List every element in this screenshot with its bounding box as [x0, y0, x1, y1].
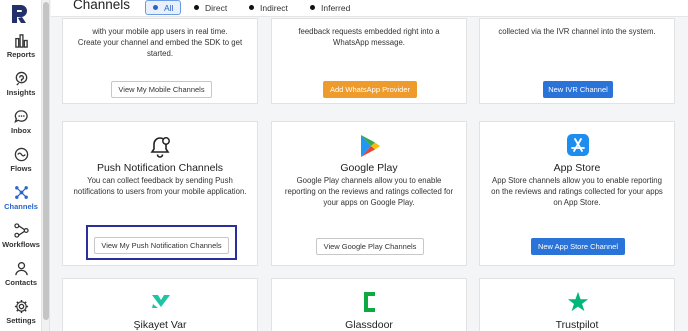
filter-label: Indirect [260, 2, 288, 13]
filter-direct[interactable]: Direct [194, 0, 227, 15]
chat-bubble-icon [13, 110, 28, 123]
gear-icon [14, 299, 28, 314]
card-title: App Store [553, 162, 601, 174]
card-desc: Create your channel and embed the SDK to… [77, 38, 243, 58]
card-title: Glassdoor [345, 319, 393, 331]
filter-label: All [164, 2, 174, 13]
sidebar-item-reports[interactable]: Reports [0, 33, 42, 59]
channels-icon [14, 186, 28, 199]
sidebar: Reports Insights Inbox Flows Channels Wo… [0, 0, 42, 331]
workflows-icon [13, 223, 29, 238]
filter-label: Inferred [321, 2, 351, 13]
card-title: Trustpilot [555, 319, 599, 331]
app-logo[interactable] [8, 2, 32, 26]
radio-dot-icon [153, 5, 158, 10]
card-title: Google Play [340, 162, 398, 174]
sidebar-item-label: Reports [6, 50, 36, 59]
card-ivr: collected via the IVR channel into the s… [479, 18, 675, 104]
sidebar-item-label: Insights [6, 88, 36, 97]
card-desc-partial: with your mobile app users in real time. [92, 27, 228, 36]
filter-indirect[interactable]: Indirect [249, 0, 288, 15]
card-google-play: Google Play Google Play channels allow y… [271, 121, 467, 266]
channels-header: Channels All Direct Indirect Inferred [51, 0, 688, 17]
card-title: Push Notification Channels [96, 162, 224, 174]
radio-dot-icon [310, 5, 315, 10]
card-desc: collected via the IVR channel into the s… [498, 27, 656, 36]
trustpilot-star-icon [567, 291, 589, 312]
sidebar-item-settings[interactable]: Settings [0, 299, 42, 325]
card-sikayet-var: Şikayet Var [62, 278, 258, 331]
filter-all[interactable]: All [145, 0, 182, 15]
sidebar-item-label: Flows [10, 164, 32, 173]
sidebar-item-label: Settings [6, 316, 36, 325]
card-trustpilot: Trustpilot [479, 278, 675, 331]
sidebar-item-insights[interactable]: Insights [0, 71, 42, 97]
sidebar-item-channels[interactable]: Channels [0, 185, 42, 211]
sidebar-item-label: Workflows [2, 240, 40, 249]
sidebar-item-label: Inbox [11, 126, 31, 135]
sidebar-item-label: Contacts [4, 278, 38, 287]
sidebar-item-contacts[interactable]: Contacts [0, 261, 42, 287]
card-title: Şikayet Var [133, 319, 187, 331]
person-icon [14, 262, 28, 276]
sikayet-var-logo-icon [152, 295, 170, 308]
card-push-notification: Push Notification Channels You can colle… [62, 121, 258, 266]
view-google-play-channels-button[interactable]: View Google Play Channels [316, 238, 424, 255]
new-app-store-channel-button[interactable]: New App Store Channel [531, 238, 625, 255]
app-store-icon [567, 134, 589, 156]
glassdoor-logo-icon [364, 292, 375, 312]
view-mobile-channels-button[interactable]: View My Mobile Channels [111, 81, 212, 98]
sidebar-item-label: Channels [4, 202, 38, 211]
radio-dot-icon [194, 5, 199, 10]
flows-icon [14, 147, 28, 162]
sidebar-scrollbar[interactable] [42, 0, 50, 331]
card-glassdoor: Glassdoor [271, 278, 467, 331]
google-play-icon [361, 135, 380, 157]
insights-icon [15, 71, 27, 86]
card-desc: feedback requests embedded right into a … [298, 27, 440, 47]
sidebar-item-flows[interactable]: Flows [0, 147, 42, 173]
new-ivr-channel-button[interactable]: New IVR Channel [543, 81, 613, 98]
app: Reports Insights Inbox Flows Channels Wo… [0, 0, 688, 331]
radio-dot-icon [249, 5, 254, 10]
card-mobile: with your mobile app users in real time.… [62, 18, 258, 104]
card-desc: Google Play channels allow you to enable… [284, 176, 454, 207]
sidebar-item-workflows[interactable]: Workflows [0, 223, 42, 249]
filter-label: Direct [205, 2, 228, 13]
scrollbar-thumb[interactable] [43, 2, 49, 320]
card-app-store: App Store App Store channels allow you t… [479, 121, 675, 266]
page-title: Channels [73, 0, 131, 12]
view-push-notification-channels-button[interactable]: View My Push Notification Channels [94, 237, 229, 254]
card-whatsapp: feedback requests embedded right into a … [271, 18, 467, 104]
bar-chart-icon [14, 34, 28, 48]
card-desc: You can collect feedback by sending Push… [73, 176, 247, 196]
filter-inferred[interactable]: Inferred [310, 0, 350, 15]
sidebar-item-inbox[interactable]: Inbox [0, 109, 42, 135]
bell-notification-icon [150, 137, 170, 158]
add-whatsapp-provider-button[interactable]: Add WhatsApp Provider [323, 81, 417, 98]
card-desc: App Store channels allow you to enable r… [491, 176, 663, 207]
